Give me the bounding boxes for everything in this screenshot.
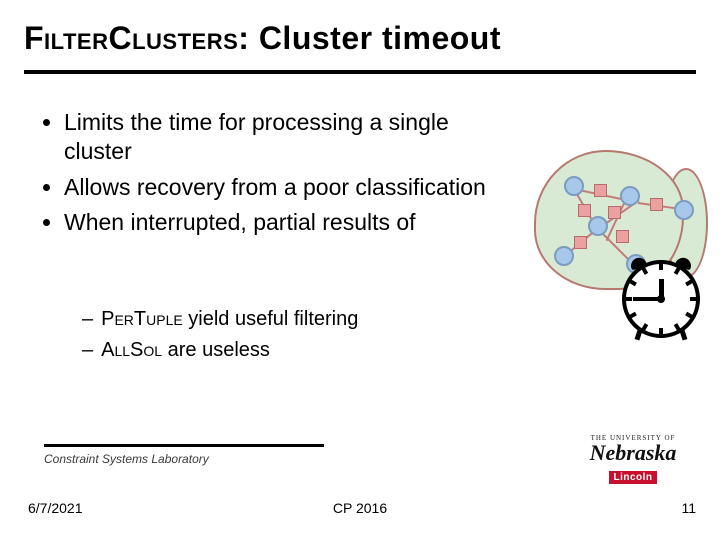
logo-bottom: Lincoln <box>568 467 698 485</box>
footer-rule <box>44 444 324 447</box>
sc-term: AllSol <box>101 339 162 361</box>
sub-bullet-list: – PerTuple yield useful filtering – AllS… <box>82 306 522 368</box>
clock-tick <box>685 312 694 319</box>
clock-tick <box>641 266 648 275</box>
sub-bullet-text: AllSol are useless <box>101 337 270 364</box>
clock-leg <box>635 329 643 340</box>
graph-node <box>554 246 574 266</box>
nebraska-logo: THE UNIVERSITY OF Nebraska Lincoln <box>568 434 698 485</box>
graph-constraint <box>574 236 587 249</box>
clock-icon <box>622 260 700 338</box>
sub-bullet-item: – PerTuple yield useful filtering <box>82 306 522 333</box>
bullet-list: Limits the time for processing a single … <box>44 108 514 244</box>
logo-main: Nebraska <box>568 440 698 466</box>
slide-title: FilterClusters: Cluster timeout <box>24 20 501 57</box>
clock-tick <box>690 297 698 301</box>
slide: FilterClusters: Cluster timeout Limits t… <box>0 0 720 540</box>
lab-name: Constraint Systems Laboratory <box>44 452 209 466</box>
graph-constraint <box>594 184 607 197</box>
clock-tick <box>659 262 663 270</box>
graph-constraint <box>650 198 663 211</box>
clock-leg <box>680 329 688 340</box>
title-underline <box>24 70 696 74</box>
clock-tick <box>628 312 637 319</box>
bullet-item: Limits the time for processing a single … <box>64 108 514 167</box>
dash-icon: – <box>82 337 93 364</box>
bullet-item: Allows recovery from a poor classificati… <box>64 173 514 202</box>
title-word-2: Clusters <box>108 20 238 56</box>
graph-constraint <box>578 204 591 217</box>
graph-node <box>564 176 584 196</box>
sub-bullet-text: PerTuple yield useful filtering <box>101 306 358 333</box>
clock-tick <box>641 323 648 332</box>
graph-node <box>620 186 640 206</box>
graph-node <box>588 216 608 236</box>
clock-tick <box>624 297 632 301</box>
sc-term: PerTuple <box>101 308 183 330</box>
footer-center: CP 2016 <box>0 500 720 516</box>
clock-tick <box>685 279 694 286</box>
title-word-1: Filter <box>24 20 108 56</box>
clock-tick <box>659 328 663 336</box>
title-rest: : Cluster timeout <box>238 20 501 56</box>
graph-node <box>674 200 694 220</box>
page-number: 11 <box>681 500 696 516</box>
dash-icon: – <box>82 306 93 333</box>
graph-constraint <box>616 230 629 243</box>
sub-bullet-item: – AllSol are useless <box>82 337 522 364</box>
bullet-item: When interrupted, partial results of <box>64 208 514 237</box>
logo-bottom-text: Lincoln <box>609 471 656 484</box>
clock-tick <box>674 266 681 275</box>
graph-constraint <box>608 206 621 219</box>
clock-hub <box>657 295 665 303</box>
clock-tick <box>628 279 637 286</box>
